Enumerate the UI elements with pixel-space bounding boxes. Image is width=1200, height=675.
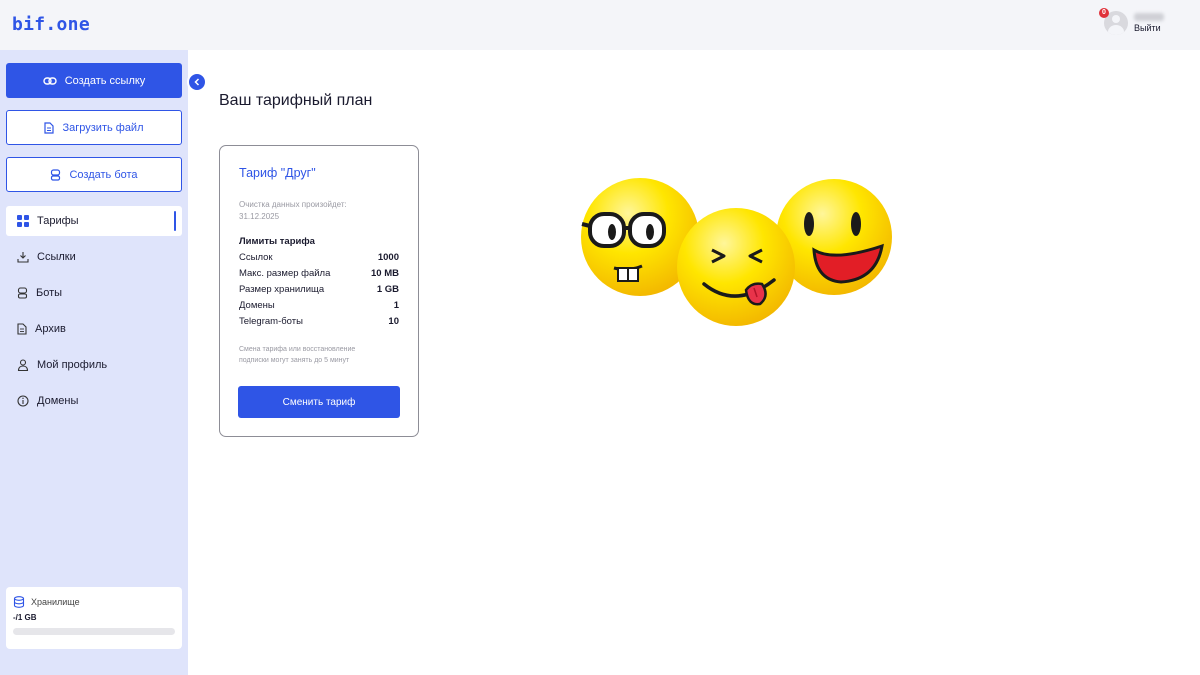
chevron-left-icon <box>194 78 200 86</box>
link-icon <box>42 76 57 85</box>
storage-label: Хранилище <box>31 597 80 607</box>
limits-list: Ссылок 1000 Макс. размер файла 10 MB Раз… <box>239 249 399 330</box>
clear-date: 31.12.2025 <box>239 212 280 221</box>
limit-value: 10 <box>388 316 399 328</box>
database-icon <box>13 596 25 608</box>
create-bot-button[interactable]: Создать бота <box>6 157 182 192</box>
sidebar-item-label: Мой профиль <box>37 359 108 371</box>
storage-value: -/1 GB <box>13 613 37 622</box>
logout-link[interactable]: Выйти <box>1134 23 1164 34</box>
info-icon <box>17 395 29 407</box>
limit-value: 1 <box>393 300 399 312</box>
sidebar-item-label: Домены <box>37 395 79 407</box>
sidebar-item-label: Архив <box>35 323 66 335</box>
storage-progress-bar <box>13 628 175 635</box>
limit-row: Размер хранилища 1 GB <box>239 281 399 297</box>
user-menu[interactable]: 0 Выйти <box>1099 8 1164 35</box>
sidebar-item-label: Боты <box>36 287 63 299</box>
limit-value: 1000 <box>377 251 399 263</box>
limit-value: 1 GB <box>376 283 399 295</box>
document-icon <box>17 323 27 335</box>
page-title: Ваш тарифный план <box>219 92 373 109</box>
download-icon <box>17 252 29 263</box>
sidebar-item-links[interactable]: Ссылки <box>6 242 182 272</box>
sidebar-item-profile[interactable]: Мой профиль <box>6 350 182 380</box>
limit-row: Ссылок 1000 <box>239 249 399 265</box>
create-bot-label: Создать бота <box>69 168 138 181</box>
limit-label: Ссылок <box>239 251 273 263</box>
plan-name: Тариф "Друг" <box>239 166 316 180</box>
emoji-illustration <box>581 178 892 326</box>
sidebar-item-tariffs[interactable]: Тарифы <box>6 206 182 236</box>
limit-label: Домены <box>239 300 275 312</box>
sidebar-item-label: Тарифы <box>37 215 79 227</box>
limit-label: Размер хранилища <box>239 283 325 295</box>
limit-label: Макс. размер файла <box>239 267 331 279</box>
notification-badge: 0 <box>1099 8 1109 18</box>
limit-row: Домены 1 <box>239 298 399 314</box>
clear-label: Очистка данных произойдет: <box>239 200 347 209</box>
sidebar: Создать ссылку Загрузить файл Создать бо… <box>0 50 188 675</box>
top-bar: bif.one 0 Выйти <box>0 0 1200 50</box>
sidebar-item-archive[interactable]: Архив <box>6 314 182 344</box>
bot-icon <box>51 168 61 181</box>
create-link-button[interactable]: Создать ссылку <box>6 63 182 98</box>
create-link-label: Создать ссылку <box>64 74 146 87</box>
plan-note-line: Смена тарифа или восстановление <box>239 345 356 353</box>
yum-face-icon <box>677 208 795 326</box>
sidebar-item-label: Ссылки <box>37 251 76 263</box>
sidebar-item-domains[interactable]: Домены <box>6 386 182 416</box>
storage-widget: Хранилище -/1 GB <box>6 587 182 649</box>
plan-card: Тариф "Друг" Очистка данных произойдет: … <box>219 145 419 437</box>
limit-row: Макс. размер файла 10 MB <box>239 265 399 281</box>
change-plan-button[interactable]: Сменить тариф <box>238 386 400 418</box>
grid-icon <box>17 215 29 227</box>
limit-value: 10 MB <box>371 267 399 279</box>
collapse-sidebar-button[interactable] <box>187 72 207 92</box>
upload-file-label: Загрузить файл <box>62 121 144 134</box>
user-icon <box>17 359 29 371</box>
limit-label: Telegram-боты <box>239 316 303 328</box>
limit-row: Telegram-боты 10 <box>239 314 399 330</box>
plan-note-line: подписки могут занять до 5 минут <box>239 356 350 364</box>
user-name-blurred <box>1134 12 1164 21</box>
bot-icon <box>17 287 28 299</box>
sidebar-item-bots[interactable]: Боты <box>6 278 182 308</box>
limits-title: Лимиты тарифа <box>239 236 315 247</box>
plan-note: Смена тарифа или восстановление подписки… <box>239 345 399 367</box>
upload-file-button[interactable]: Загрузить файл <box>6 110 182 145</box>
logo[interactable]: bif.one <box>12 14 90 35</box>
file-icon <box>44 121 55 134</box>
